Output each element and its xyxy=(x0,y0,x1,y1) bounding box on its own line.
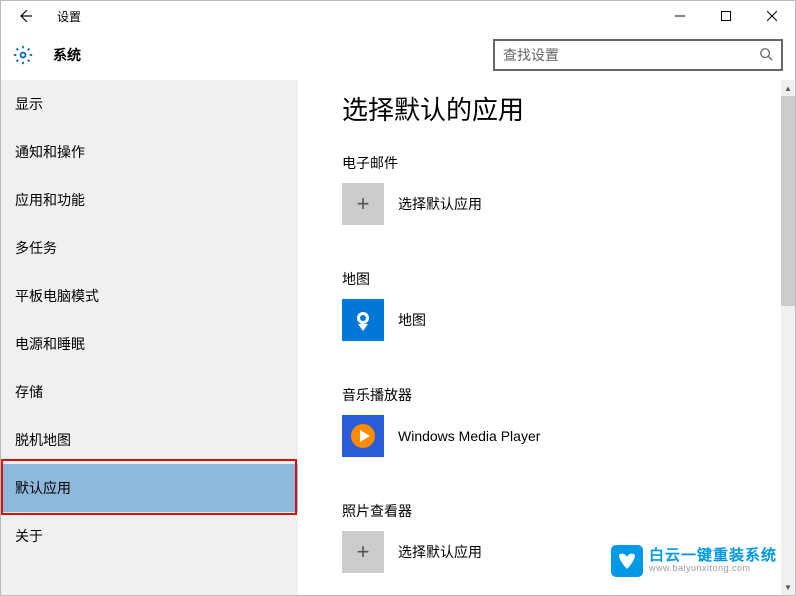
app-name-label: 选择默认应用 xyxy=(398,194,482,214)
category-maps-label: 地图 xyxy=(342,269,795,289)
plus-icon: + xyxy=(342,183,384,225)
watermark-en: www.baiyunxitong.com xyxy=(649,564,777,574)
maximize-icon xyxy=(721,11,731,21)
scroll-up-arrow-icon[interactable]: ▲ xyxy=(781,80,795,96)
app-name-label: Windows Media Player xyxy=(398,428,540,444)
search-icon xyxy=(759,47,773,64)
header-row: 系统 查找设置 xyxy=(1,31,795,79)
app-name-label: 选择默认应用 xyxy=(398,542,482,562)
gear-icon xyxy=(13,45,33,65)
watermark: 白云一键重装系统 www.baiyunxitong.com xyxy=(611,545,777,577)
back-button[interactable] xyxy=(1,1,49,31)
plus-icon: + xyxy=(342,531,384,573)
app-title: 设置 xyxy=(49,8,81,25)
sidebar-item-apps[interactable]: 应用和功能 xyxy=(1,176,298,224)
category-music-label: 音乐播放器 xyxy=(342,385,795,405)
page-heading: 系统 xyxy=(53,45,81,65)
sidebar: 显示 通知和操作 应用和功能 多任务 平板电脑模式 电源和睡眠 存储 脱机地图 … xyxy=(1,80,298,595)
close-button[interactable] xyxy=(749,1,795,31)
sidebar-item-label: 通知和操作 xyxy=(15,142,85,162)
maximize-button[interactable] xyxy=(703,1,749,31)
app-name-label: 地图 xyxy=(398,310,426,330)
search-input[interactable]: 查找设置 xyxy=(493,39,783,71)
watermark-cn: 白云一键重装系统 xyxy=(649,548,777,565)
sidebar-item-power[interactable]: 电源和睡眠 xyxy=(1,320,298,368)
back-arrow-icon xyxy=(17,8,33,24)
sidebar-item-label: 平板电脑模式 xyxy=(15,286,99,306)
search-placeholder: 查找设置 xyxy=(503,45,759,65)
scroll-thumb[interactable] xyxy=(781,96,795,306)
scroll-down-arrow-icon[interactable]: ▼ xyxy=(781,579,795,595)
sidebar-item-storage[interactable]: 存储 xyxy=(1,368,298,416)
sidebar-item-label: 关于 xyxy=(15,526,43,546)
app-selector-email[interactable]: + 选择默认应用 xyxy=(342,183,795,225)
maps-app-icon xyxy=(342,299,384,341)
sidebar-item-label: 电源和睡眠 xyxy=(15,334,85,354)
main-scrollbar[interactable]: ▲ ▼ xyxy=(781,80,795,595)
minimize-icon xyxy=(675,11,685,21)
sidebar-item-multitask[interactable]: 多任务 xyxy=(1,224,298,272)
minimize-button[interactable] xyxy=(657,1,703,31)
sidebar-item-notifications[interactable]: 通知和操作 xyxy=(1,128,298,176)
sidebar-item-label: 显示 xyxy=(15,94,43,114)
main-title: 选择默认的应用 xyxy=(342,90,795,127)
close-icon xyxy=(767,11,777,21)
sidebar-item-label: 存储 xyxy=(15,382,43,402)
sidebar-item-label: 应用和功能 xyxy=(15,190,85,210)
app-selector-maps[interactable]: 地图 xyxy=(342,299,795,341)
main-panel: 选择默认的应用 电子邮件 + 选择默认应用 地图 地图 音乐播放器 Window… xyxy=(298,80,795,595)
sidebar-item-tablet[interactable]: 平板电脑模式 xyxy=(1,272,298,320)
content-area: 显示 通知和操作 应用和功能 多任务 平板电脑模式 电源和睡眠 存储 脱机地图 … xyxy=(1,79,795,595)
sidebar-item-label: 脱机地图 xyxy=(15,430,71,450)
sidebar-item-display[interactable]: 显示 xyxy=(1,80,298,128)
wmp-app-icon xyxy=(342,415,384,457)
watermark-logo-icon xyxy=(611,545,643,577)
category-photo-label: 照片查看器 xyxy=(342,501,795,521)
window-controls xyxy=(657,1,795,31)
app-selector-music[interactable]: Windows Media Player xyxy=(342,415,795,457)
sidebar-item-label: 默认应用 xyxy=(15,478,71,498)
sidebar-item-about[interactable]: 关于 xyxy=(1,512,298,560)
category-email-label: 电子邮件 xyxy=(342,153,795,173)
sidebar-item-label: 多任务 xyxy=(15,238,57,258)
watermark-text: 白云一键重装系统 www.baiyunxitong.com xyxy=(649,548,777,574)
sidebar-item-offline-maps[interactable]: 脱机地图 xyxy=(1,416,298,464)
sidebar-item-default-apps[interactable]: 默认应用 xyxy=(1,464,298,512)
titlebar: 设置 xyxy=(1,1,795,31)
